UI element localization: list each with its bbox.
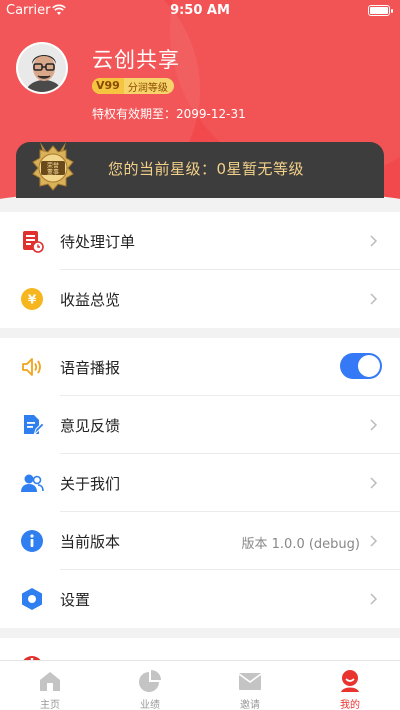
home-icon (40, 672, 60, 691)
tab-label: 我的 (340, 700, 360, 710)
tab-label: 邀请 (240, 700, 260, 710)
feedback-icon (24, 415, 44, 436)
chevron-right-icon (370, 593, 378, 605)
avatar[interactable] (16, 42, 68, 94)
menu-item-earnings-overview[interactable]: ¥ 收益总览 (0, 270, 400, 328)
chevron-right-icon (370, 477, 378, 489)
user-name: 云创共享 (92, 48, 180, 72)
chevron-right-icon (370, 293, 378, 305)
chevron-right-icon (370, 235, 378, 247)
chevron-right-icon (370, 419, 378, 431)
app-version-value: 版本 1.0.0 (debug) (241, 537, 360, 552)
tab-performance[interactable]: 业绩 (100, 661, 200, 710)
menu-item-label: 设置 (60, 591, 91, 609)
level-badge: V99 分润等级 (92, 78, 174, 94)
yen-coin-icon: ¥ (21, 288, 43, 310)
star-level-text: 您的当前星级：0星暂无等级 (108, 160, 305, 178)
level-code: V99 (92, 78, 124, 94)
level-name: 分润等级 (127, 82, 168, 94)
tab-profile[interactable]: 我的 (300, 661, 400, 710)
pie-chart-icon (139, 670, 161, 692)
menu-item-voice-broadcast: 语音播报 (0, 338, 400, 396)
settings-hex-icon (22, 588, 42, 610)
menu-item-label: 关于我们 (60, 475, 121, 493)
order-icon (23, 231, 44, 253)
menu-item-feedback[interactable]: 意见反馈 (0, 396, 400, 454)
users-icon (21, 474, 44, 492)
status-bar: Carrier 9:50 AM (0, 0, 400, 22)
privilege-expire-text: 特权有效期至：2099-12-31 (92, 107, 246, 121)
menu-item-label: 语音播报 (60, 359, 121, 377)
menu-item-settings[interactable]: 设置 (0, 570, 400, 628)
toggle-knob (358, 355, 380, 377)
medal-icon: 荣誉 董事 (32, 142, 74, 191)
info-icon (21, 530, 43, 552)
svg-text:¥: ¥ (28, 293, 37, 307)
profile-icon (341, 670, 359, 692)
medal-text-bottom: 董事 (47, 168, 59, 176)
mail-icon (238, 673, 262, 690)
menu-item-label: 意见反馈 (60, 417, 121, 435)
menu-item-about-us[interactable]: 关于我们 (0, 454, 400, 512)
tab-home[interactable]: 主页 (0, 661, 100, 710)
menu-item-label: 当前版本 (60, 533, 121, 551)
menu-group-orders: 待处理订单 ¥ 收益总览 (0, 212, 400, 328)
battery-icon (368, 5, 393, 16)
tab-bar: 主页 业绩 邀请 我的 (0, 660, 400, 710)
clock: 9:50 AM (170, 3, 230, 18)
tab-label: 主页 (40, 700, 60, 710)
speaker-icon (22, 358, 41, 376)
tab-label: 业绩 (140, 700, 160, 710)
menu-item-pending-orders[interactable]: 待处理订单 (0, 212, 400, 270)
menu-item-label: 待处理订单 (60, 233, 136, 251)
menu-item-current-version[interactable]: 当前版本 版本 1.0.0 (debug) (0, 512, 400, 570)
menu-group-settings: 语音播报 意见反馈 关于我们 当前版本 版本 1.0.0 (debug) 设置 (0, 338, 400, 628)
tab-invite[interactable]: 邀请 (200, 661, 300, 710)
menu-item-label: 收益总览 (60, 291, 121, 309)
chevron-right-icon (370, 535, 378, 547)
voice-broadcast-toggle[interactable] (340, 353, 382, 379)
